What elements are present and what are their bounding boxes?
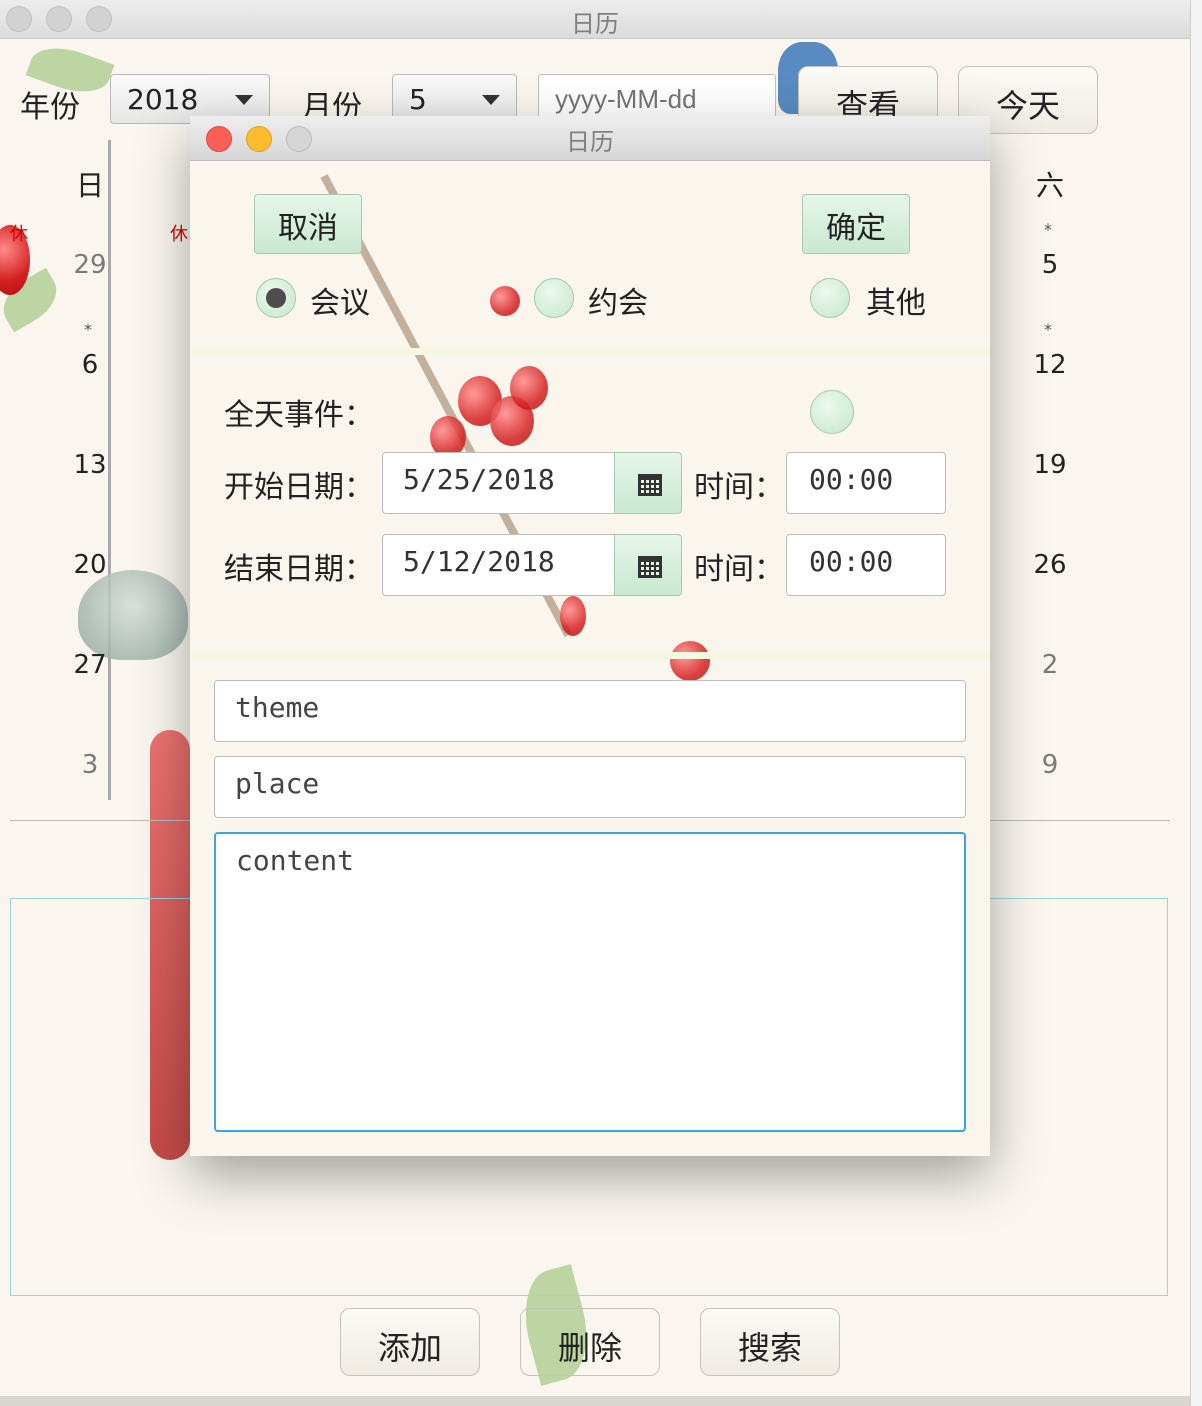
calendar-day[interactable]: 3: [60, 750, 120, 780]
dialog-titlebar: 日历: [190, 116, 990, 161]
year-value: 2018: [127, 83, 199, 116]
start-date-label: 开始日期：: [224, 470, 374, 505]
separator: [190, 652, 990, 659]
calendar-day[interactable]: 9: [1020, 750, 1080, 780]
add-button[interactable]: 添加: [340, 1308, 480, 1376]
content-textarea[interactable]: content: [214, 832, 966, 1132]
confirm-button[interactable]: 确定: [802, 194, 910, 254]
calendar-icon: [638, 474, 662, 496]
start-time-label: 时间：: [694, 470, 784, 505]
weekday-saturday: 六: [1035, 169, 1064, 202]
window-title: 日历: [571, 10, 619, 38]
year-label: 年份: [20, 90, 80, 125]
radio-meeting-label[interactable]: 会议: [310, 278, 370, 322]
radio-appointment-label[interactable]: 约会: [588, 278, 648, 322]
calendar-day[interactable]: 6: [60, 350, 120, 380]
separator: [190, 348, 990, 355]
calendar-day[interactable]: 29: [60, 250, 120, 280]
start-time-field[interactable]: 00:00: [786, 452, 946, 514]
end-date-picker-button[interactable]: [614, 534, 682, 596]
main-titlebar: 日历: [0, 0, 1190, 39]
chevron-down-icon: [235, 95, 253, 105]
theme-input[interactable]: theme: [214, 680, 966, 742]
all-day-label: 全天事件：: [224, 398, 374, 433]
calendar-day[interactable]: 20: [60, 550, 120, 580]
radio-appointment[interactable]: [534, 278, 574, 318]
calendar-day[interactable]: 12: [1020, 350, 1080, 380]
dialog-title: 日历: [566, 128, 614, 156]
radio-meeting[interactable]: [256, 278, 296, 318]
month-value: 5: [409, 83, 427, 116]
rest-badge: 休: [170, 224, 188, 245]
event-star: *: [1044, 320, 1052, 339]
calendar-day[interactable]: 2: [1020, 650, 1080, 680]
event-dialog: 日历 取消 确定 会议 约会 其他 全天事件： 开始日期： 5/25/2018 …: [190, 116, 990, 1156]
cancel-button[interactable]: 取消: [254, 194, 362, 254]
event-star: *: [1044, 220, 1052, 239]
radio-selected-dot: [266, 288, 286, 308]
end-time-field[interactable]: 00:00: [786, 534, 946, 596]
calendar-day[interactable]: 13: [60, 450, 120, 480]
end-time-label: 时间：: [694, 552, 784, 587]
calendar-day[interactable]: 19: [1020, 450, 1080, 480]
calendar-day[interactable]: 27: [60, 650, 120, 680]
all-day-toggle[interactable]: [810, 390, 854, 434]
search-button[interactable]: 搜索: [700, 1308, 840, 1376]
calendar-icon: [638, 556, 662, 578]
berry-decoration: [670, 641, 710, 681]
weekday-sunday: 日: [75, 169, 104, 202]
place-input[interactable]: place: [214, 756, 966, 818]
chevron-down-icon: [482, 95, 500, 105]
start-date-field[interactable]: 5/25/2018: [382, 452, 616, 514]
berry-decoration: [560, 596, 586, 636]
rest-badge: 休: [10, 224, 28, 245]
end-date-label: 结束日期：: [224, 552, 374, 587]
berry-decoration: [510, 366, 548, 410]
delete-button[interactable]: 删除: [520, 1308, 660, 1376]
background-window-edge: [1190, 0, 1202, 1406]
calendar-day[interactable]: 5: [1020, 250, 1080, 280]
radio-other[interactable]: [810, 278, 850, 318]
event-star: *: [84, 320, 92, 339]
calendar-day[interactable]: 26: [1020, 550, 1080, 580]
radio-other-label[interactable]: 其他: [866, 278, 926, 322]
berry-decoration: [490, 286, 520, 316]
end-date-field[interactable]: 5/12/2018: [382, 534, 616, 596]
start-date-picker-button[interactable]: [614, 452, 682, 514]
fish-pendant-decoration: [78, 570, 188, 660]
